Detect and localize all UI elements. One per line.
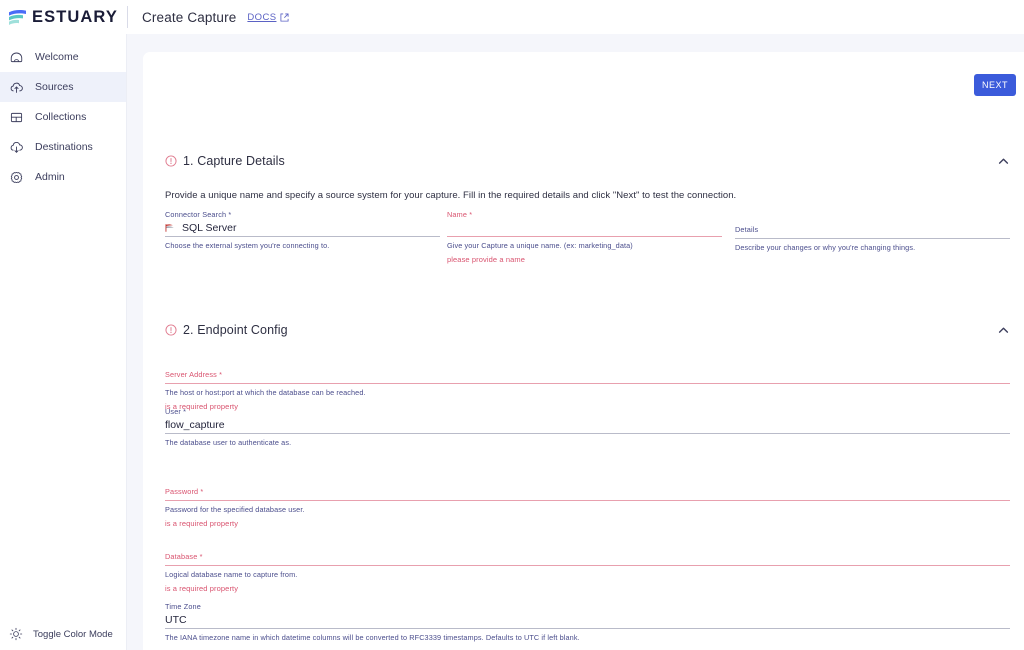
sidebar-item-admin[interactable]: Admin bbox=[0, 162, 126, 192]
home-icon bbox=[10, 52, 23, 62]
estuary-logo-text: ESTUARY bbox=[32, 7, 118, 26]
collections-icon bbox=[10, 112, 23, 122]
external-link-icon bbox=[280, 12, 289, 22]
password-error: is a required property bbox=[165, 519, 239, 529]
chevron-up-icon[interactable] bbox=[997, 324, 1010, 337]
server-address-underline bbox=[165, 383, 1010, 385]
time-zone-input[interactable]: UTC bbox=[165, 612, 1010, 628]
alert-circle-icon bbox=[165, 155, 177, 167]
topbar-divider bbox=[127, 6, 128, 28]
chevron-up-icon[interactable] bbox=[997, 155, 1010, 168]
database-underline bbox=[165, 565, 1010, 567]
details-field[interactable]: Details Describe your changes or why you… bbox=[735, 225, 1010, 252]
toggle-color-mode-label: Toggle Color Mode bbox=[33, 628, 113, 640]
user-field[interactable]: User * flow_capture The database user to… bbox=[165, 407, 1010, 447]
create-capture-card: NEXT 1. Capture Details Provide a unique… bbox=[143, 52, 1024, 650]
sidebar-item-welcome[interactable]: Welcome bbox=[0, 42, 126, 72]
sidebar-item-destinations[interactable]: Destinations bbox=[0, 132, 126, 162]
sidebar-item-sources[interactable]: Sources bbox=[0, 72, 126, 102]
user-help: The database user to authenticate as. bbox=[165, 438, 292, 447]
details-help: Describe your changes or why you're chan… bbox=[735, 243, 916, 252]
section-title: 2. Endpoint Config bbox=[183, 323, 288, 337]
sidebar-item-collections[interactable]: Collections bbox=[0, 102, 126, 132]
server-address-label: Server Address * bbox=[165, 370, 223, 379]
sun-icon bbox=[9, 627, 23, 641]
section-title: 1. Capture Details bbox=[183, 154, 285, 168]
name-underline bbox=[447, 236, 722, 238]
estuary-logo-mark bbox=[9, 9, 26, 25]
database-error: is a required property bbox=[165, 584, 239, 594]
connector-search-value: SQL Server bbox=[182, 222, 237, 234]
sql-server-icon bbox=[165, 224, 174, 232]
password-label: Password * bbox=[165, 487, 204, 496]
capture-details-description: Provide a unique name and specify a sour… bbox=[165, 190, 737, 201]
name-input[interactable] bbox=[447, 220, 722, 236]
password-help: Password for the specified database user… bbox=[165, 505, 305, 515]
time-zone-help: The IANA timezone name in which datetime… bbox=[165, 633, 580, 642]
section-header-capture-details[interactable]: 1. Capture Details bbox=[165, 154, 1010, 168]
time-zone-label: Time Zone bbox=[165, 602, 201, 611]
connector-search-label: Connector Search * bbox=[165, 210, 232, 219]
toggle-color-mode-button[interactable]: Toggle Color Mode bbox=[0, 627, 127, 641]
password-field[interactable]: Password * Password for the specified da… bbox=[165, 487, 1010, 528]
user-underline bbox=[165, 433, 1010, 434]
name-help: Give your Capture a unique name. (ex: ma… bbox=[447, 241, 633, 251]
cloud-download-icon bbox=[10, 141, 23, 153]
estuary-logo[interactable]: ESTUARY bbox=[0, 9, 127, 26]
server-address-help: The host or host:port at which the datab… bbox=[165, 388, 366, 398]
details-underline bbox=[735, 238, 1010, 239]
name-label: Name * bbox=[447, 210, 473, 219]
database-help: Logical database name to capture from. bbox=[165, 570, 298, 580]
name-error: please provide a name bbox=[447, 255, 525, 265]
docs-link[interactable]: DOCS bbox=[247, 12, 289, 23]
sidebar-item-label: Destinations bbox=[35, 141, 93, 153]
connector-search-value-row[interactable]: SQL Server bbox=[165, 220, 440, 236]
sidebar: Welcome Sources Collections Destinations bbox=[0, 34, 127, 650]
user-input[interactable]: flow_capture bbox=[165, 417, 1010, 433]
user-label: User * bbox=[165, 407, 187, 416]
database-field[interactable]: Database * Logical database name to capt… bbox=[165, 552, 1010, 593]
sidebar-item-label: Admin bbox=[35, 171, 65, 183]
alert-circle-icon bbox=[165, 324, 177, 336]
password-underline bbox=[165, 500, 1010, 502]
top-bar: ESTUARY Create Capture DOCS bbox=[0, 0, 1024, 34]
sidebar-item-label: Welcome bbox=[35, 51, 79, 63]
sidebar-item-label: Sources bbox=[35, 81, 74, 93]
page-title: Create Capture bbox=[142, 9, 237, 25]
sidebar-item-label: Collections bbox=[35, 111, 87, 123]
section-header-endpoint-config[interactable]: 2. Endpoint Config bbox=[165, 323, 1010, 337]
cloud-upload-icon bbox=[10, 82, 23, 93]
database-label: Database * bbox=[165, 552, 203, 561]
connector-search-help: Choose the external system you're connec… bbox=[165, 241, 330, 250]
next-button[interactable]: NEXT bbox=[974, 74, 1016, 96]
gear-icon bbox=[10, 171, 23, 183]
server-address-field[interactable]: Server Address * The host or host:port a… bbox=[165, 370, 1010, 411]
time-zone-value: UTC bbox=[165, 614, 187, 626]
name-field[interactable]: Name * Give your Capture a unique name. … bbox=[447, 210, 722, 264]
details-label: Details bbox=[735, 225, 759, 234]
time-zone-field[interactable]: Time Zone UTC The IANA timezone name in … bbox=[165, 602, 1010, 642]
docs-label: DOCS bbox=[247, 11, 277, 23]
connector-search-field[interactable]: Connector Search * SQL Server Choose the… bbox=[165, 210, 440, 250]
time-zone-underline bbox=[165, 628, 1010, 629]
user-value: flow_capture bbox=[165, 419, 225, 431]
connector-search-underline bbox=[165, 236, 440, 237]
